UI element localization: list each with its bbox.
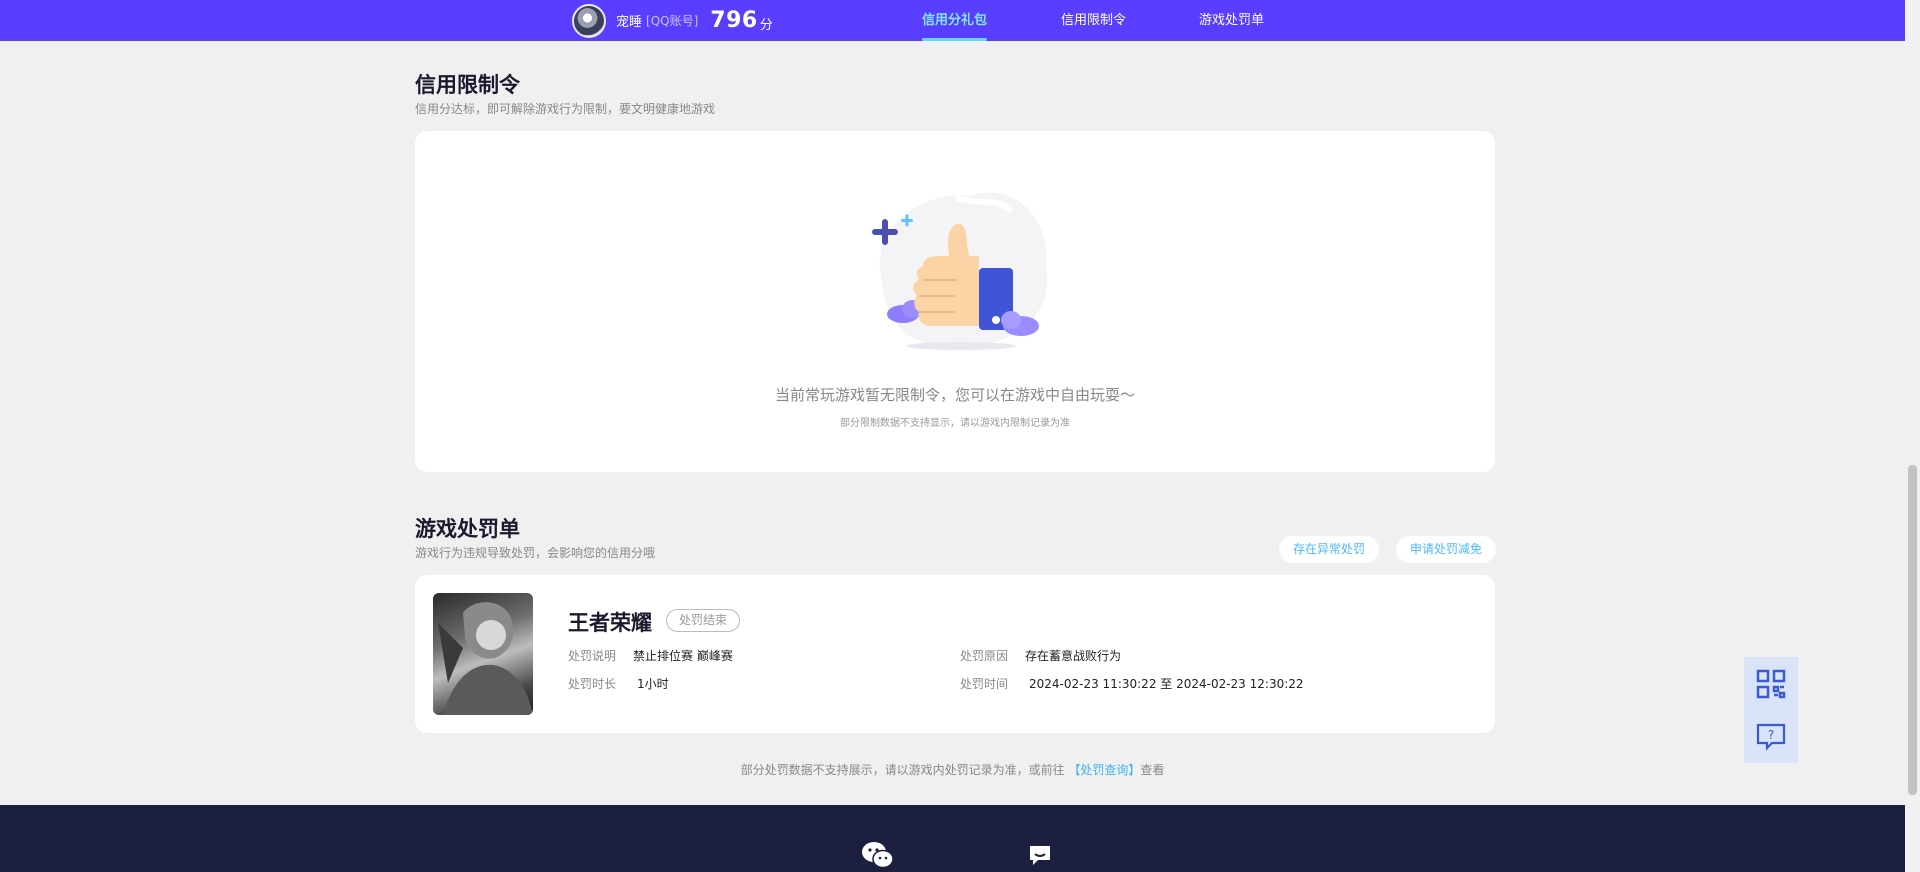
thumbs-up-illustration — [872, 192, 1048, 350]
scrollbar-thumb[interactable] — [1908, 465, 1917, 795]
user-name: 宠睡 — [616, 15, 643, 30]
penalty-subtitle: 游戏行为违规导致处罚，会影响您的信用分哦 — [415, 546, 656, 560]
restriction-subtitle: 信用分达标，即可解除游戏行为限制，要文明健康地游戏 — [415, 102, 716, 116]
desc-label: 处罚说明 — [568, 649, 617, 663]
desc-value: 禁止排位赛 巅峰赛 — [633, 649, 733, 663]
penalty-footnote: 部分处罚数据不支持展示，请以游戏内处罚记录为准，或前往 【处罚查询】查看 — [0, 761, 1905, 778]
reason-value: 存在蓄意战败行为 — [1025, 649, 1122, 663]
penalty-card: 王者荣耀 处罚结束 处罚说明 禁止排位赛 巅峰赛 处罚时长 1小时 处罚原因 存… — [415, 575, 1495, 733]
footnote-prefix: 部分处罚数据不支持展示，请以游戏内处罚记录为准，或前往 — [740, 763, 1065, 777]
tab-credit-gift[interactable]: 信用分礼包 — [922, 0, 988, 41]
game-name: 王者荣耀 — [568, 611, 652, 635]
penalty-title: 游戏处罚单 — [415, 517, 520, 541]
abnormal-penalty-button[interactable]: 存在异常处罚 — [1279, 536, 1379, 563]
credit-score-unit: 分 — [759, 18, 773, 33]
status-badge: 处罚结束 — [666, 609, 741, 632]
top-nav-bar: 宠睡 [QQ账号] 796 分 信用分礼包 信用限制令 游戏处罚单 — [0, 0, 1905, 41]
penalty-query-link[interactable]: 【处罚查询】 — [1068, 763, 1140, 777]
footnote-suffix: 查看 — [1140, 763, 1165, 777]
wechat-icon[interactable] — [862, 841, 894, 869]
svg-text:?: ? — [1768, 728, 1774, 742]
tab-credit-restriction[interactable]: 信用限制令 — [1061, 0, 1126, 41]
qrcode-icon — [1756, 669, 1786, 698]
credit-score: 796 — [710, 8, 758, 33]
help-icon: ? — [1756, 723, 1786, 751]
message-icon[interactable] — [1028, 843, 1052, 867]
game-thumbnail — [433, 593, 533, 715]
time-label: 处罚时间 — [960, 677, 1009, 691]
qrcode-button[interactable] — [1744, 657, 1798, 710]
empty-state-note: 部分限制数据不支持显示，请以游戏内限制记录为准 — [840, 418, 1070, 429]
account-type: [QQ账号] — [646, 14, 699, 28]
reason-label: 处罚原因 — [960, 649, 1009, 663]
restriction-title: 信用限制令 — [415, 73, 520, 97]
empty-state-message: 当前常玩游戏暂无限制令，您可以在游戏中自由玩耍～ — [774, 386, 1135, 404]
time-value: 2024-02-23 11:30:22 至 2024-02-23 12:30:2… — [1029, 677, 1304, 691]
restriction-card: 当前常玩游戏暂无限制令，您可以在游戏中自由玩耍～ 部分限制数据不支持显示，请以游… — [415, 131, 1495, 472]
duration-label: 处罚时长 — [568, 677, 617, 691]
appeal-penalty-button[interactable]: 申请处罚减免 — [1396, 536, 1496, 563]
user-info: 宠睡 [QQ账号] 796 分 — [572, 3, 773, 38]
duration-value: 1小时 — [637, 677, 669, 691]
footer — [0, 805, 1905, 872]
help-button[interactable]: ? — [1744, 710, 1798, 763]
avatar[interactable] — [572, 3, 606, 38]
tab-game-penalty[interactable]: 游戏处罚单 — [1199, 0, 1264, 41]
